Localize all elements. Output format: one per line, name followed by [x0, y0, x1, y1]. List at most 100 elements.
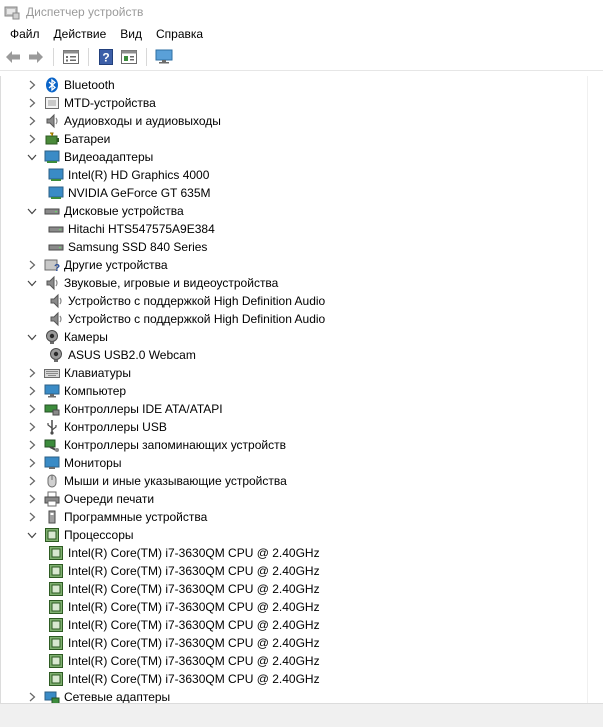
- disk-drive-icon: [48, 239, 64, 255]
- tree-item-label: Устройство с поддержкой High Definition …: [68, 312, 326, 326]
- tree-item-hd-audio-1[interactable]: Устройство с поддержкой High Definition …: [1, 292, 589, 310]
- chevron-down-icon[interactable]: [27, 530, 37, 540]
- tree-item-label: Контроллеры запоминающих устройств: [64, 438, 286, 452]
- tree-item-cpu[interactable]: Intel(R) Core(TM) i7-3630QM CPU @ 2.40GH…: [1, 544, 589, 562]
- vertical-scrollbar[interactable]: [587, 76, 603, 704]
- chevron-down-icon[interactable]: [27, 278, 37, 288]
- menu-file[interactable]: Файл: [3, 24, 47, 44]
- chevron-right-icon[interactable]: [27, 134, 37, 144]
- tree-item-label: Клавиатуры: [64, 366, 131, 380]
- chevron-right-icon[interactable]: [27, 368, 37, 378]
- display-adapter-icon: [44, 149, 60, 165]
- tree-item-mice[interactable]: Мыши и иные указывающие устройства: [1, 472, 589, 490]
- help-icon: ?: [99, 49, 113, 65]
- tree-item-other-devices[interactable]: ? Другие устройства: [1, 256, 589, 274]
- chevron-right-icon[interactable]: [27, 98, 37, 108]
- toolbar-separator: [53, 48, 54, 66]
- toolbar-separator: [88, 48, 89, 66]
- tree-item-disk-drives[interactable]: Дисковые устройства: [1, 202, 589, 220]
- display-adapter-icon: [48, 167, 64, 183]
- properties-button[interactable]: [60, 47, 82, 67]
- status-bar: [0, 703, 603, 727]
- tree-item-audio-io[interactable]: Аудиовходы и аудиовыходы: [1, 112, 589, 130]
- tree-item-cpu[interactable]: Intel(R) Core(TM) i7-3630QM CPU @ 2.40GH…: [1, 598, 589, 616]
- tree-item-label: Intel(R) Core(TM) i7-3630QM CPU @ 2.40GH…: [68, 672, 320, 686]
- tree-item-asus-webcam[interactable]: ASUS USB2.0 Webcam: [1, 346, 589, 364]
- chevron-right-icon[interactable]: [27, 116, 37, 126]
- tree-item-label: Мониторы: [64, 456, 122, 470]
- help-button[interactable]: ?: [95, 47, 117, 67]
- tree-item-samsung-ssd[interactable]: Samsung SSD 840 Series: [1, 238, 589, 256]
- tree-item-sound-video-game[interactable]: Звуковые, игровые и видеоустройства: [1, 274, 589, 292]
- chevron-right-icon[interactable]: [27, 422, 37, 432]
- tree-item-label: MTD-устройства: [64, 96, 156, 110]
- processor-icon: [48, 635, 64, 651]
- menu-view[interactable]: Вид: [113, 24, 149, 44]
- tree-item-keyboards[interactable]: Клавиатуры: [1, 364, 589, 382]
- chevron-right-icon[interactable]: [27, 260, 37, 270]
- tree-item-cpu[interactable]: Intel(R) Core(TM) i7-3630QM CPU @ 2.40GH…: [1, 580, 589, 598]
- tree-item-cpu[interactable]: Intel(R) Core(TM) i7-3630QM CPU @ 2.40GH…: [1, 616, 589, 634]
- tree-item-processors[interactable]: Процессоры: [1, 526, 589, 544]
- chevron-right-icon[interactable]: [27, 404, 37, 414]
- tree-item-hd-audio-2[interactable]: Устройство с поддержкой High Definition …: [1, 310, 589, 328]
- processor-icon: [48, 581, 64, 597]
- device-tree: Bluetooth MTD-устройства Аудиовходы и ау…: [0, 76, 589, 704]
- chevron-down-icon[interactable]: [27, 206, 37, 216]
- tree-item-label: Intel(R) Core(TM) i7-3630QM CPU @ 2.40GH…: [68, 564, 320, 578]
- chevron-right-icon[interactable]: [27, 386, 37, 396]
- tree-item-bluetooth[interactable]: Bluetooth: [1, 76, 589, 94]
- tree-item-print-queues[interactable]: Очереди печати: [1, 490, 589, 508]
- menu-help[interactable]: Справка: [149, 24, 210, 44]
- chevron-down-icon[interactable]: [27, 152, 37, 162]
- properties-icon: [63, 50, 79, 64]
- tree-item-cpu[interactable]: Intel(R) Core(TM) i7-3630QM CPU @ 2.40GH…: [1, 634, 589, 652]
- tree-item-label: Сетевые адаптеры: [64, 690, 171, 704]
- tree-item-mtd[interactable]: MTD-устройства: [1, 94, 589, 112]
- tree-item-nvidia-geforce[interactable]: NVIDIA GeForce GT 635M: [1, 184, 589, 202]
- tree-item-video-adapters[interactable]: Видеоадаптеры: [1, 148, 589, 166]
- scan-hardware-button[interactable]: [153, 47, 175, 67]
- update-driver-button[interactable]: [118, 47, 140, 67]
- tree-item-label: Intel(R) Core(TM) i7-3630QM CPU @ 2.40GH…: [68, 618, 320, 632]
- tree-item-label: Очереди печати: [64, 492, 155, 506]
- tree-item-usb-controllers[interactable]: Контроллеры USB: [1, 418, 589, 436]
- tree-item-software-devices[interactable]: Программные устройства: [1, 508, 589, 526]
- network-adapter-icon: [44, 689, 60, 704]
- speaker-icon: [48, 311, 64, 327]
- tree-item-cpu[interactable]: Intel(R) Core(TM) i7-3630QM CPU @ 2.40GH…: [1, 562, 589, 580]
- chevron-right-icon[interactable]: [27, 512, 37, 522]
- forward-button[interactable]: [25, 47, 47, 67]
- tree-item-storage-controllers[interactable]: Контроллеры запоминающих устройств: [1, 436, 589, 454]
- tree-item-intel-hd-graphics[interactable]: Intel(R) HD Graphics 4000: [1, 166, 589, 184]
- tree-item-batteries[interactable]: Батареи: [1, 130, 589, 148]
- tree-item-monitors[interactable]: Мониторы: [1, 454, 589, 472]
- chevron-right-icon[interactable]: [27, 494, 37, 504]
- scrollbar-thumb[interactable]: [592, 78, 599, 698]
- svg-text:?: ?: [102, 51, 109, 65]
- tree-item-cpu[interactable]: Intel(R) Core(TM) i7-3630QM CPU @ 2.40GH…: [1, 652, 589, 670]
- chevron-right-icon[interactable]: [27, 440, 37, 450]
- chevron-right-icon[interactable]: [27, 458, 37, 468]
- webcam-icon: [44, 329, 60, 345]
- chevron-down-icon[interactable]: [27, 332, 37, 342]
- menu-action[interactable]: Действие: [47, 24, 114, 44]
- tree-item-cameras[interactable]: Камеры: [1, 328, 589, 346]
- usb-icon: [44, 419, 60, 435]
- arrow-left-icon: [6, 51, 20, 63]
- chevron-right-icon[interactable]: [27, 80, 37, 90]
- tree-item-cpu[interactable]: Intel(R) Core(TM) i7-3630QM CPU @ 2.40GH…: [1, 670, 589, 688]
- tree-item-hitachi-disk[interactable]: Hitachi HTS547575A9E384: [1, 220, 589, 238]
- tree-item-computer[interactable]: Компьютер: [1, 382, 589, 400]
- tree-item-network-adapters[interactable]: Сетевые адаптеры: [1, 688, 589, 704]
- monitor-scan-icon: [155, 49, 173, 64]
- computer-icon: [44, 383, 60, 399]
- back-button[interactable]: [2, 47, 24, 67]
- chevron-right-icon[interactable]: [27, 476, 37, 486]
- processor-icon: [48, 599, 64, 615]
- tree-item-label: Мыши и иные указывающие устройства: [64, 474, 287, 488]
- tree-item-label: Samsung SSD 840 Series: [68, 240, 208, 254]
- unknown-device-icon: ?: [44, 257, 60, 273]
- chevron-right-icon[interactable]: [27, 692, 37, 702]
- tree-item-ide-controllers[interactable]: Контроллеры IDE ATA/ATAPI: [1, 400, 589, 418]
